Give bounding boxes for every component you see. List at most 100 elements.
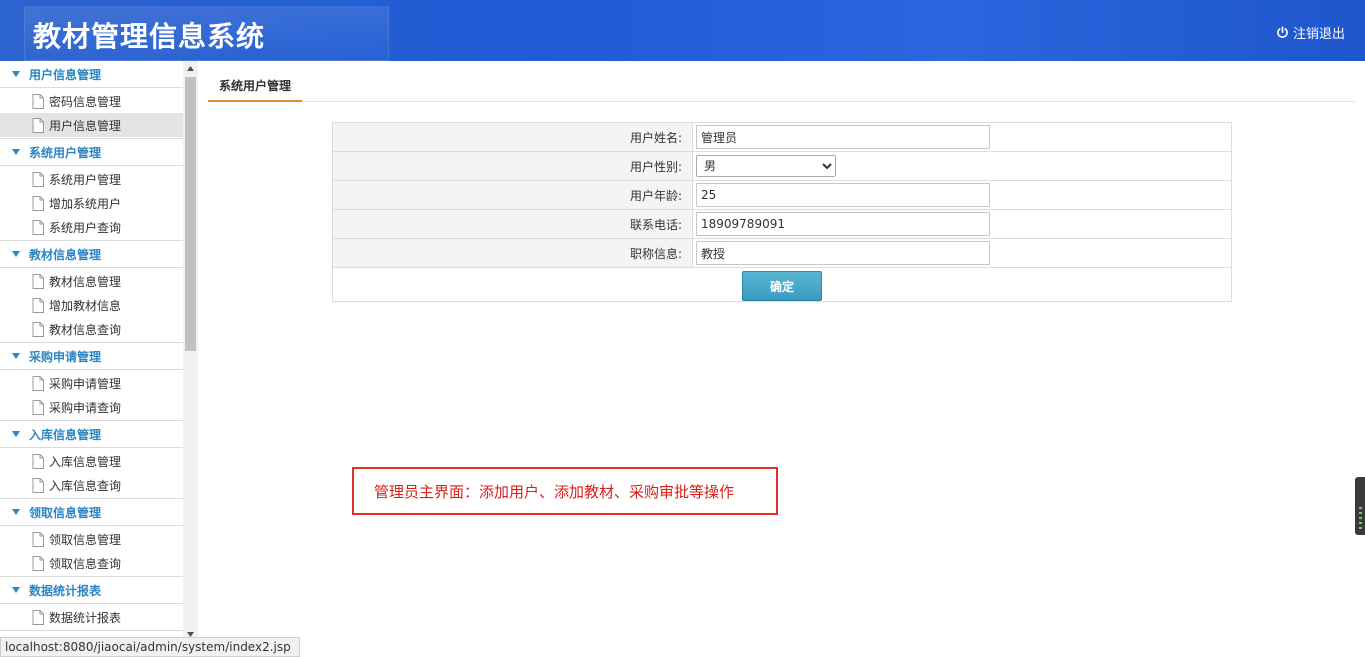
sidebar-group-header[interactable]: 系统用户管理	[0, 139, 183, 166]
sidebar-group-items: 入库信息管理 入库信息查询	[0, 448, 183, 498]
document-icon	[32, 609, 44, 625]
sidebar-group-label: 系统用户管理	[29, 145, 102, 160]
form-row-gender: 用户性别: 男	[332, 151, 1232, 181]
sidebar-group-items: 教材信息管理增加教材信息 教材信息查询	[0, 268, 183, 342]
sidebar-group-header[interactable]: 入库信息管理	[0, 421, 183, 448]
expand-triangle-icon	[12, 587, 20, 593]
sidebar-item[interactable]: 密码信息管理	[0, 89, 183, 113]
sidebar-item[interactable]: 教材信息管理	[0, 269, 183, 293]
document-icon	[32, 477, 44, 493]
expand-triangle-icon	[12, 149, 20, 155]
sidebar-group-header[interactable]: 数据统计报表	[0, 577, 183, 604]
title-input[interactable]	[696, 241, 990, 265]
sidebar-item-label: 入库信息查询	[49, 478, 122, 493]
expand-triangle-icon	[12, 509, 20, 515]
logout-button[interactable]: 注销退出	[1276, 23, 1345, 42]
document-icon	[32, 555, 44, 571]
sidebar-item-label: 入库信息管理	[49, 454, 122, 469]
sidebar-group: 用户信息管理 密码信息管理 用户信息管理	[0, 61, 183, 139]
sidebar-item-label: 增加系统用户	[49, 196, 122, 211]
user-info-form: 用户姓名: 用户性别: 男 用户年龄: 联系电话:	[332, 122, 1232, 302]
name-label: 用户姓名:	[332, 122, 693, 152]
expand-triangle-icon	[12, 431, 20, 437]
sidebar-group-items: 领取信息管理领取信息查询	[0, 526, 183, 576]
sidebar-item-label: 密码信息管理	[49, 94, 122, 109]
phone-label: 联系电话:	[332, 209, 693, 239]
document-icon	[32, 399, 44, 415]
sidebar-item[interactable]: 用户信息管理	[0, 113, 183, 137]
form-row-name: 用户姓名:	[332, 122, 1232, 152]
document-icon	[32, 273, 44, 289]
gender-select[interactable]: 男	[696, 155, 836, 177]
sidebar-menu: 用户信息管理 密码信息管理 用户信息管理 系统用户管理 系统用户管理 增加系统用户 系统用户…	[0, 61, 183, 641]
sidebar-group-items: 数据统计报表	[0, 604, 183, 630]
sidebar-item[interactable]: 采购申请查询	[0, 395, 183, 419]
document-icon	[32, 375, 44, 391]
sidebar-item-label: 采购申请管理	[49, 376, 122, 391]
document-icon	[32, 219, 44, 235]
document-icon	[32, 453, 44, 469]
power-icon	[1277, 26, 1288, 38]
sidebar-item-label: 用户信息管理	[49, 118, 122, 133]
sidebar: 用户信息管理 密码信息管理 用户信息管理 系统用户管理 系统用户管理 增加系统用户 系统用户…	[0, 61, 198, 657]
header-bar: 教材管理信息系统 注销退出	[0, 0, 1365, 61]
sidebar-group-header[interactable]: 领取信息管理	[0, 499, 183, 526]
sidebar-item[interactable]: 领取信息查询	[0, 551, 183, 575]
document-icon	[32, 93, 44, 109]
sidebar-item[interactable]: 领取信息管理	[0, 527, 183, 551]
tab-system-user-management[interactable]: 系统用户管理	[208, 73, 303, 102]
sidebar-item[interactable]: 系统用户管理	[0, 167, 183, 191]
form-row-title: 职称信息:	[332, 238, 1232, 268]
sidebar-group-label: 数据统计报表	[29, 583, 102, 598]
document-icon	[32, 171, 44, 187]
sidebar-group-label: 领取信息管理	[29, 505, 102, 520]
sidebar-item-label: 采购申请查询	[49, 400, 122, 415]
expand-triangle-icon	[12, 71, 20, 77]
sidebar-group: 教材信息管理 教材信息管理 增加教材信息 教材信息查询	[0, 241, 183, 343]
main-content: 系统用户管理 用户姓名: 用户性别: 男 用户年龄: 联系电话:	[208, 61, 1355, 637]
sidebar-item-label: 教材信息管理	[49, 274, 122, 289]
confirm-button[interactable]: 确定	[742, 270, 822, 301]
age-input[interactable]	[696, 183, 990, 207]
sidebar-scrollbar[interactable]	[183, 61, 198, 641]
sidebar-group-items: 系统用户管理 增加系统用户系统用户查询	[0, 166, 183, 240]
sidebar-group-header[interactable]: 采购申请管理	[0, 343, 183, 370]
browser-status-url: localhost:8080/jiaocai/admin/system/inde…	[0, 637, 300, 657]
sidebar-item-label: 领取信息管理	[49, 532, 122, 547]
sidebar-item[interactable]: 增加系统用户	[0, 191, 183, 215]
form-row-submit: 确定	[332, 267, 1232, 302]
sidebar-group: 入库信息管理 入库信息管理 入库信息查询	[0, 421, 183, 499]
sidebar-item[interactable]: 入库信息管理	[0, 449, 183, 473]
sidebar-item[interactable]: 数据统计报表	[0, 605, 183, 629]
age-label: 用户年龄:	[332, 180, 693, 210]
side-widget-handle[interactable]	[1355, 477, 1365, 535]
sidebar-item-label: 系统用户管理	[49, 172, 122, 187]
phone-input[interactable]	[696, 212, 990, 236]
title-label: 职称信息:	[332, 238, 693, 268]
app-title: 教材管理信息系统	[33, 20, 266, 53]
document-icon	[32, 195, 44, 211]
document-icon	[32, 117, 44, 133]
logout-label: 注销退出	[1292, 27, 1345, 42]
tab-bar: 系统用户管理	[208, 73, 1355, 102]
sidebar-item[interactable]: 教材信息查询	[0, 317, 183, 341]
sidebar-item[interactable]: 系统用户查询	[0, 215, 183, 239]
name-input[interactable]	[696, 125, 990, 149]
sidebar-group-header[interactable]: 教材信息管理	[0, 241, 183, 268]
sidebar-group-label: 采购申请管理	[29, 349, 102, 364]
document-icon	[32, 297, 44, 313]
scrollbar-thumb[interactable]	[185, 77, 196, 351]
sidebar-item[interactable]: 增加教材信息	[0, 293, 183, 317]
sidebar-group-label: 入库信息管理	[29, 427, 102, 442]
sidebar-group-header[interactable]: 用户信息管理	[0, 61, 183, 88]
sidebar-item-label: 数据统计报表	[49, 610, 122, 625]
sidebar-group: 系统用户管理 系统用户管理 增加系统用户 系统用户查询	[0, 139, 183, 241]
sidebar-item[interactable]: 采购申请管理	[0, 371, 183, 395]
expand-triangle-icon	[12, 353, 20, 359]
form-row-phone: 联系电话:	[332, 209, 1232, 239]
sidebar-group-items: 采购申请管理 采购申请查询	[0, 370, 183, 420]
sidebar-group: 领取信息管理 领取信息管理 领取信息查询	[0, 499, 183, 577]
sidebar-item[interactable]: 入库信息查询	[0, 473, 183, 497]
scroll-up-arrow-icon[interactable]	[183, 61, 198, 75]
sidebar-group-label: 用户信息管理	[29, 67, 102, 82]
